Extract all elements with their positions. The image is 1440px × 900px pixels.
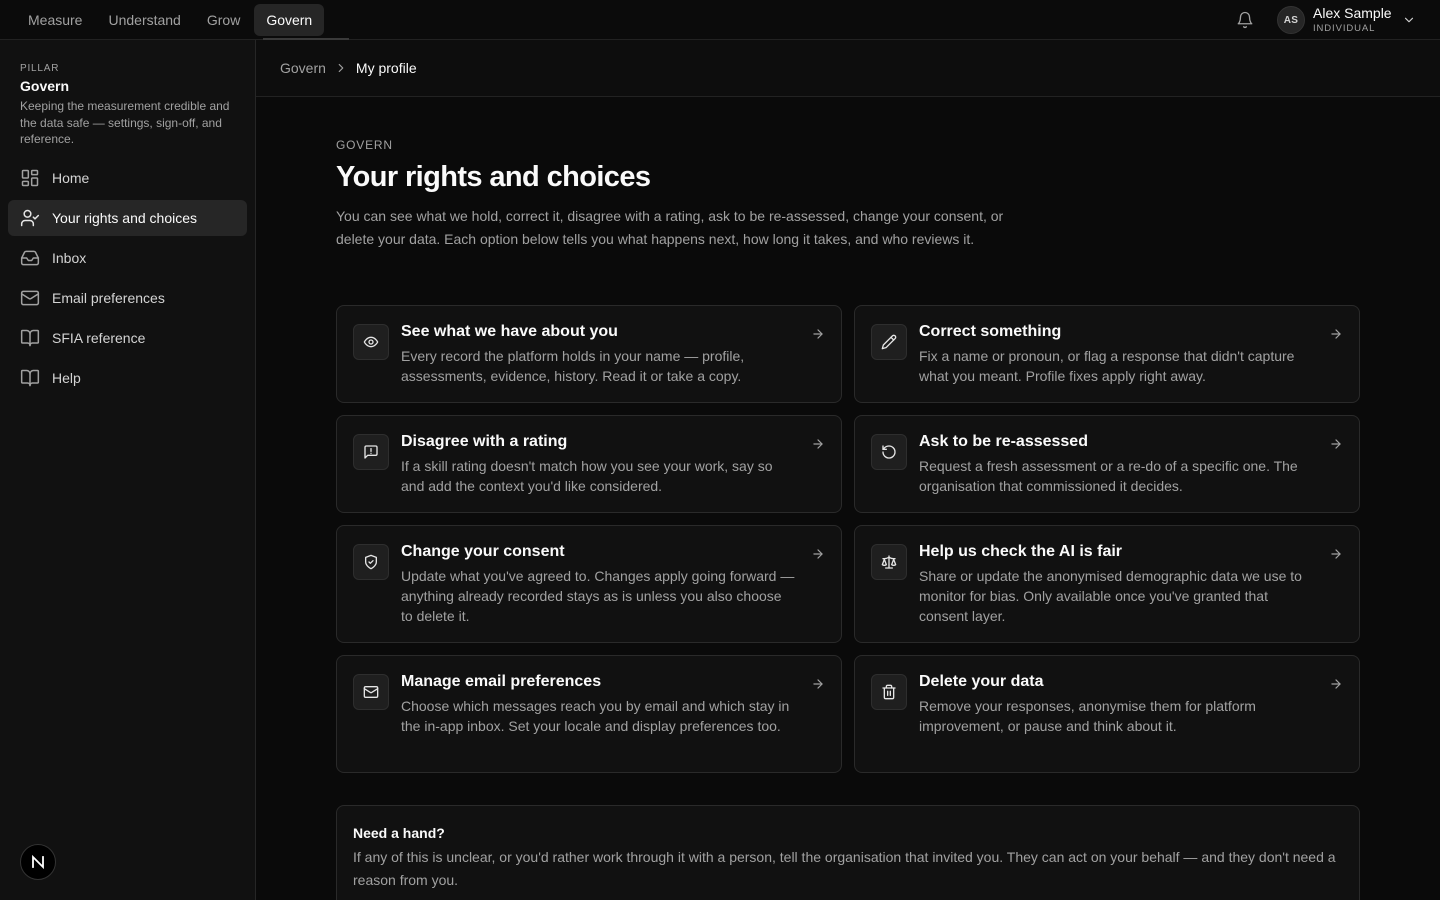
sidebar-item-label: Email preferences [52, 290, 165, 306]
trash-icon [871, 674, 907, 710]
eye-icon [353, 324, 389, 360]
card-description: Request a fresh assessment or a re-do of… [919, 458, 1298, 494]
mail-icon [353, 674, 389, 710]
sidebar-item-label: SFIA reference [52, 330, 146, 346]
tab-measure[interactable]: Measure [16, 4, 94, 36]
arrow-right-icon [811, 437, 825, 451]
card-title: Correct something [919, 323, 1062, 340]
arrow-right-icon [1329, 327, 1343, 341]
breadcrumb: Govern My profile [256, 40, 1440, 97]
sidebar-item-home[interactable]: Home [8, 160, 247, 196]
arrow-right-icon [811, 677, 825, 691]
message-alert-icon [353, 434, 389, 470]
breadcrumb-current: My profile [355, 60, 417, 76]
rotate-ccw-icon [871, 434, 907, 470]
card-title: Help us check the AI is fair [919, 543, 1123, 560]
shield-check-icon [353, 544, 389, 580]
arrow-right-icon [1329, 547, 1343, 561]
breadcrumb-govern[interactable]: Govern [280, 60, 326, 76]
user-name: Alex Sample [1313, 5, 1392, 21]
chevron-down-icon [1402, 13, 1416, 27]
card-delete-data[interactable]: Delete your data Remove your responses, … [854, 655, 1360, 773]
brand-logo[interactable] [20, 844, 56, 880]
user-check-icon [20, 208, 40, 228]
card-title: Ask to be re-assessed [919, 433, 1088, 450]
sidebar-item-label: Home [52, 170, 90, 186]
sidebar-item-email-preferences[interactable]: Email preferences [8, 280, 247, 316]
sidebar-eyebrow: PILLAR [20, 63, 60, 74]
card-title: Delete your data [919, 673, 1044, 690]
page-title: Your rights and choices [336, 161, 651, 193]
arrow-right-icon [811, 327, 825, 341]
arrow-right-icon [811, 547, 825, 561]
user-role: INDIVIDUAL [1313, 23, 1376, 34]
card-ai-fairness[interactable]: Help us check the AI is fair Share or up… [854, 525, 1360, 643]
arrow-right-icon [1329, 677, 1343, 691]
arrow-right-icon [1329, 437, 1343, 451]
sidebar-item-sfia-reference[interactable]: SFIA reference [8, 320, 247, 356]
sidebar-item-label: Inbox [52, 250, 87, 266]
sidebar: PILLAR Govern Keeping the measurement cr… [0, 40, 256, 900]
tab-govern[interactable]: Govern [254, 4, 325, 36]
card-description: Remove your responses, anonymise them fo… [919, 698, 1256, 734]
card-description: Choose which messages reach you by email… [401, 698, 790, 734]
pencil-icon [871, 324, 907, 360]
card-title: Disagree with a rating [401, 433, 568, 450]
card-title: See what we have about you [401, 323, 618, 340]
card-title: Manage email preferences [401, 673, 602, 690]
help-title: Need a hand? [353, 825, 445, 841]
book-icon [20, 328, 40, 348]
card-title: Change your consent [401, 543, 565, 560]
user-menu[interactable]: AS Alex Sample INDIVIDUAL [1277, 4, 1416, 36]
card-reassess[interactable]: Ask to be re-assessed Request a fresh as… [854, 415, 1360, 513]
top-bar: Measure Understand Grow Govern AS Alex S… [0, 0, 1440, 40]
sidebar-item-inbox[interactable]: Inbox [8, 240, 247, 276]
sidebar-title: Govern [20, 78, 70, 94]
book-open-icon [20, 368, 40, 388]
card-description: Update what you've agreed to. Changes ap… [401, 568, 795, 624]
card-description: Share or update the anonymised demograph… [919, 568, 1302, 624]
inbox-icon [20, 248, 40, 268]
sidebar-item-rights[interactable]: Your rights and choices [8, 200, 247, 236]
tab-grow[interactable]: Grow [195, 4, 252, 36]
avatar: AS [1277, 6, 1305, 34]
sidebar-nav: Home Your rights and choices Inbox Email… [8, 160, 247, 400]
page-intro: You can see what we hold, correct it, di… [336, 208, 1004, 247]
page-eyebrow: GOVERN [336, 138, 393, 152]
sidebar-item-help[interactable]: Help [8, 360, 247, 396]
sidebar-description: Keeping the measurement credible and the… [20, 99, 230, 146]
scale-icon [871, 544, 907, 580]
chevron-right-icon [334, 61, 348, 75]
mail-icon [20, 288, 40, 308]
card-disagree-rating[interactable]: Disagree with a rating If a skill rating… [336, 415, 842, 513]
card-description: Every record the platform holds in your … [401, 348, 745, 384]
grid-icon [20, 168, 40, 188]
sidebar-item-label: Help [52, 370, 81, 386]
sidebar-item-label: Your rights and choices [52, 210, 198, 226]
bell-icon[interactable] [1236, 11, 1254, 29]
card-description: If a skill rating doesn't match how you … [401, 458, 773, 494]
card-description: Fix a name or pronoun, or flag a respons… [919, 348, 1295, 384]
card-correct-something[interactable]: Correct something Fix a name or pronoun,… [854, 305, 1360, 403]
help-callout: Need a hand? If any of this is unclear, … [336, 805, 1360, 900]
card-see-data[interactable]: See what we have about you Every record … [336, 305, 842, 403]
help-text: If any of this is unclear, or you'd rath… [353, 849, 1336, 888]
pillar-tabs: Measure Understand Grow Govern [16, 4, 325, 36]
card-change-consent[interactable]: Change your consent Update what you've a… [336, 525, 842, 643]
card-email-preferences[interactable]: Manage email preferences Choose which me… [336, 655, 842, 773]
tab-understand[interactable]: Understand [96, 4, 192, 36]
